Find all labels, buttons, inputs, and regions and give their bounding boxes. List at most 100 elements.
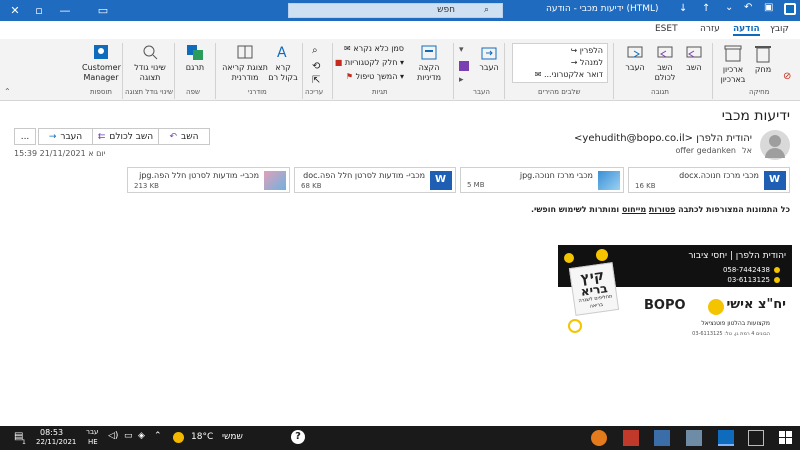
search-box[interactable]: ⌕ חפש <box>288 3 503 18</box>
reply-all-button[interactable]: השב לכולם <box>650 43 680 83</box>
volume-icon[interactable]: ◁) <box>108 431 118 441</box>
followup-button[interactable]: ▾ המשך טיפול ⚑ <box>346 72 404 81</box>
reply-action-button[interactable]: השב ↶ <box>158 128 210 145</box>
tab-eset[interactable]: ESET <box>655 24 678 34</box>
dropbox-icon[interactable]: ◈ <box>138 431 145 441</box>
immersive-reader-button[interactable]: תצוגת קריאה מודרנית <box>222 43 268 83</box>
brand-name: BOPO <box>644 298 686 313</box>
calculator-icon[interactable] <box>686 430 702 446</box>
forward-arrow-icon: → <box>48 131 57 142</box>
policy-icon <box>421 45 437 60</box>
body-underline-2: מייחוס <box>621 205 647 214</box>
mark-unread-button[interactable]: סמן כלא נקרא ✉ <box>344 44 404 53</box>
body-text: כל התמונות המצורפות לכתבה <box>675 205 790 214</box>
onenote-icon[interactable] <box>459 61 469 71</box>
quick-step-3[interactable]: דואר אלקטרוני... ✉ <box>535 70 603 79</box>
image-file-icon <box>598 171 620 190</box>
outlook-icon <box>784 3 796 15</box>
previous-item-icon[interactable]: ↑ <box>702 3 710 14</box>
taskbar: ▤ 1 08:53 22/11/2021 עבר HE ◁) ▭ ◈ ⌃ 18°… <box>0 426 800 450</box>
collapse-ribbon-icon[interactable]: ⌃ <box>4 87 11 96</box>
translate-label: תרגם <box>185 63 205 72</box>
reply-all-action-label: השב לכולם <box>109 131 154 142</box>
attachment-item[interactable]: W מכבי- מודעות לסרטן חלל הפה.doc 68 KB <box>294 167 456 193</box>
network-icon[interactable]: ▭ <box>124 431 133 441</box>
language-indicator[interactable]: עבר <box>86 428 98 436</box>
group-delete-label: מחיקה <box>749 88 770 96</box>
actions-icon[interactable]: ▸ <box>459 75 464 85</box>
tab-file[interactable]: קובץ <box>770 24 789 34</box>
move-button[interactable]: העבר <box>475 43 503 73</box>
next-item-icon[interactable]: ↓ <box>679 3 687 14</box>
app-icon[interactable] <box>623 430 639 446</box>
phone-icon <box>774 277 780 283</box>
reply-all-arrow-icon: ⇇ <box>97 131 106 142</box>
mark-unread-label: סמן כלא נקרא <box>353 44 404 53</box>
language-code: HE <box>88 438 98 446</box>
customer-manager-button[interactable]: Customer Manager <box>82 43 121 83</box>
message-subject: ידיעות מכבי <box>721 108 790 124</box>
phone-icon <box>774 267 780 273</box>
archive-label: ארכיון <box>722 65 744 74</box>
forward-action-label: העבר <box>60 131 83 142</box>
forward-label: העבר <box>625 63 645 72</box>
task-view-icon[interactable] <box>748 430 764 446</box>
attachment-size: 68 KB <box>301 182 322 190</box>
translate-button[interactable]: תרגם <box>180 43 210 73</box>
attachment-name: מכבי מרכז חנוכה.jpg <box>519 171 593 180</box>
assign-policy-button[interactable]: הקצה מדיניות <box>412 43 446 83</box>
customize-qat-icon[interactable]: ⌄ <box>725 2 733 13</box>
find-icon[interactable]: ⌕ <box>312 45 318 56</box>
reply-label: השב <box>686 63 702 72</box>
attachment-item[interactable]: W מכבי מרכז חנוכה.docx 16 KB <box>628 167 790 193</box>
sun-icon <box>173 432 184 443</box>
weather-label[interactable]: שמשי <box>222 432 243 442</box>
delete-button[interactable]: מחק <box>748 43 778 75</box>
signature-phone-2: 03-6113125 <box>727 276 770 284</box>
more-actions-button[interactable]: ... <box>14 128 36 145</box>
related-icon[interactable]: ⟲ <box>312 61 320 72</box>
archive-button[interactable]: ארכיון בארכיון <box>718 43 748 85</box>
quick-step-2[interactable]: למנהל → <box>571 58 603 67</box>
reply-all-action-button[interactable]: השב לכולם ⇇ <box>92 128 159 145</box>
clock-date[interactable]: 22/11/2021 <box>36 438 76 446</box>
attachment-item[interactable]: מכבי מרכז חנוכה.jpg 5 MB <box>460 167 624 193</box>
clock-time[interactable]: 08:53 <box>40 428 63 437</box>
customer-manager-icon <box>94 45 108 59</box>
forward-button[interactable]: העבר <box>620 43 650 73</box>
sender[interactable]: יהודית הלפרן <yehudith@bopo.co.il> <box>574 133 752 144</box>
brand-block: יח"צ אישי BOPO מקצועות בהלטון פוטנציאל ה… <box>630 293 790 345</box>
read-aloud-button[interactable]: A קרא בקול רם <box>268 43 298 83</box>
quick-step-1-label: הלפרין <box>579 46 603 55</box>
flower-icon <box>596 249 608 261</box>
search-icon: ⌕ <box>484 5 490 15</box>
reply-button[interactable]: השב <box>680 43 708 73</box>
app-icon[interactable] <box>654 430 670 446</box>
group-quick-steps-label: שלבים מהירים <box>538 88 581 96</box>
tab-message[interactable]: הודעה <box>733 24 760 36</box>
recipient[interactable]: offer gedanken <box>675 146 736 155</box>
outlook-taskbar-icon[interactable] <box>718 430 734 446</box>
forward-action-button[interactable]: העבר → <box>38 128 93 145</box>
quick-step-1[interactable]: הלפרין ↪ <box>570 46 603 55</box>
hidden-icons-chevron-icon[interactable]: ⌃ <box>154 431 162 441</box>
rules-icon[interactable]: ▾ <box>459 45 464 55</box>
zoom-button[interactable]: שינוי גודל תצוגה <box>130 43 170 83</box>
quick-steps-gallery: הלפרין ↪ למנהל → דואר אלקטרוני... ✉ <box>512 43 608 83</box>
ribbon-display-options-icon[interactable]: ▭ <box>88 0 118 21</box>
zoom-label: שינוי גודל תצוגה <box>134 63 166 82</box>
chrome-icon[interactable] <box>591 430 607 446</box>
junk-icon[interactable]: ⊘ <box>783 71 791 82</box>
separator <box>302 43 303 99</box>
save-icon[interactable]: ▣ <box>764 2 773 13</box>
help-icon[interactable]: ? <box>291 430 305 444</box>
undo-icon[interactable]: ↶ <box>744 2 752 13</box>
tab-help[interactable]: עזרה <box>700 24 720 34</box>
signature-banner: יהודית הלפרן | יחסי ציבור 058-7442438 03… <box>558 245 792 350</box>
start-icon[interactable] <box>778 430 794 446</box>
weather-temperature[interactable]: 18°C <box>191 432 213 442</box>
categorize-button[interactable]: ▾ חלק לקטגוריות ■ <box>335 58 404 67</box>
select-icon[interactable]: ⇱ <box>312 75 320 86</box>
minimize-window-button[interactable]: — <box>50 0 80 21</box>
attachment-item[interactable]: מכבי- מודעות לסרטן חלל הפה.jpg 213 KB <box>127 167 290 193</box>
